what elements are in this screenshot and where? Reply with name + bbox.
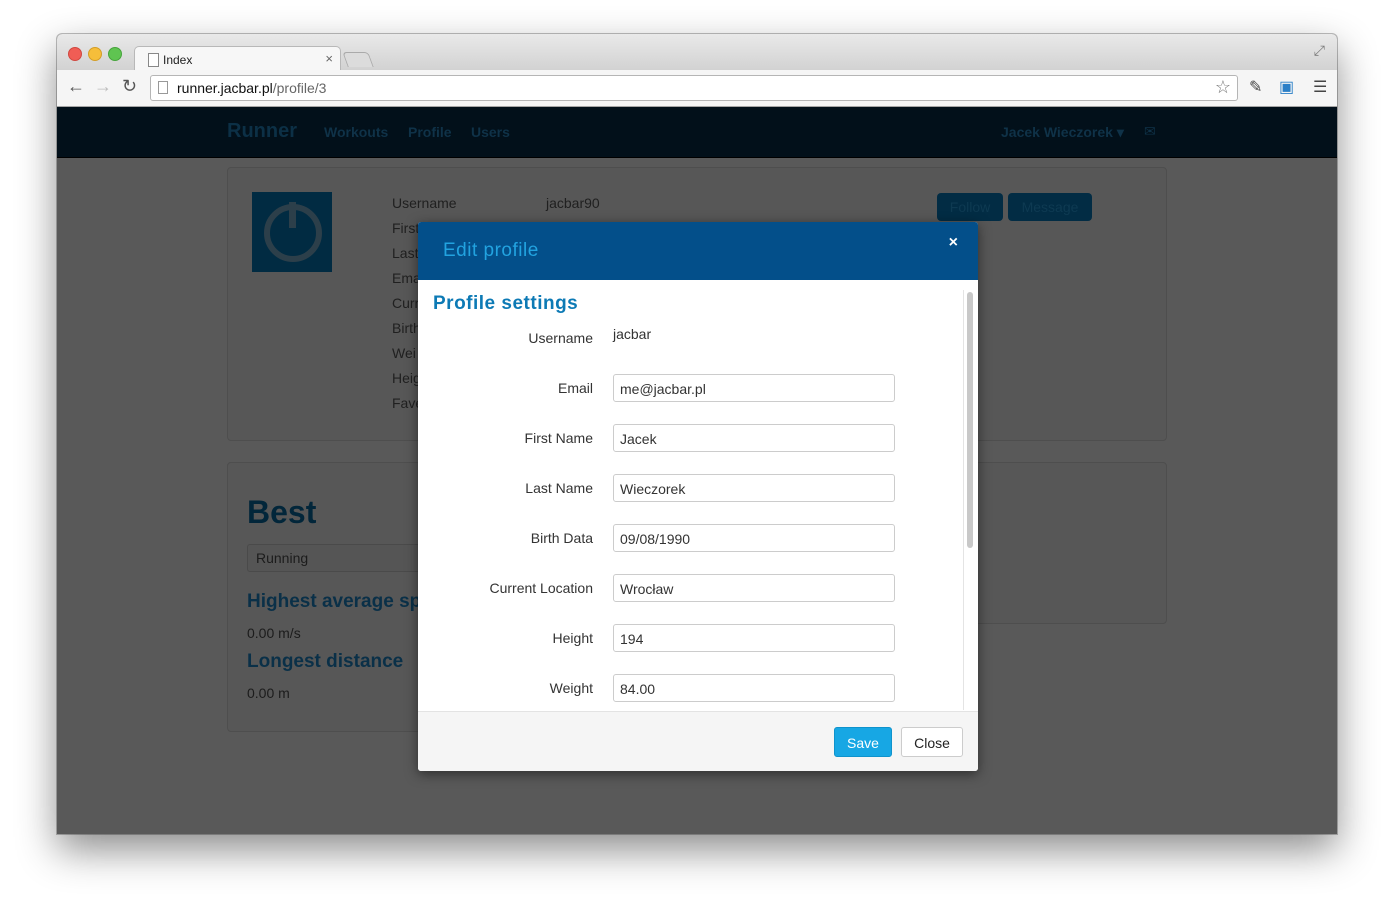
app-navbar: Runner Workouts Profile Users Jacek Wiec…: [57, 107, 1337, 158]
nav-profile[interactable]: Profile: [408, 124, 452, 140]
nav-workouts[interactable]: Workouts: [324, 124, 388, 140]
label-username: Username: [392, 195, 457, 211]
url-text: runner.jacbar.pl/profile/3: [177, 80, 326, 96]
email-field[interactable]: me@jacbar.pl: [613, 374, 895, 402]
modal-footer: Save Close: [418, 711, 978, 771]
username-label: Username: [528, 330, 593, 346]
user-menu[interactable]: Jacek Wieczorek ▾: [1001, 124, 1124, 141]
save-button[interactable]: Save: [834, 727, 892, 757]
url-path: /profile/3: [272, 80, 327, 96]
follow-button[interactable]: Follow: [937, 193, 1003, 221]
highest-speed-value: 0.00 m/s: [247, 625, 301, 641]
browser-tab[interactable]: Index ×: [134, 46, 341, 72]
label-birth: Birth: [392, 320, 421, 336]
close-icon[interactable]: ×: [949, 234, 958, 252]
wrench-icon[interactable]: ✎: [1249, 77, 1262, 97]
zoom-window-button[interactable]: [108, 47, 122, 61]
minimize-window-button[interactable]: [88, 47, 102, 61]
label-email: Ema: [392, 270, 421, 286]
current-location-label: Current Location: [489, 580, 593, 596]
page-icon: [158, 81, 168, 94]
first-name-label: First Name: [524, 430, 593, 446]
longest-distance-value: 0.00 m: [247, 685, 290, 701]
last-name-label: Last Name: [525, 480, 593, 496]
label-first: First: [392, 220, 420, 236]
first-name-field[interactable]: Jacek: [613, 424, 895, 452]
email-label: Email: [557, 380, 593, 396]
label-last: Last: [392, 245, 419, 261]
avatar: [252, 192, 332, 272]
page-icon: [148, 53, 159, 67]
modal-body: Profile settings Username jacbar Email m…: [418, 280, 978, 712]
current-location-field[interactable]: Wrocław: [613, 574, 895, 602]
new-tab-button[interactable]: [342, 52, 374, 67]
weight-field[interactable]: 84.00: [613, 674, 895, 702]
brand-logo[interactable]: Runner: [227, 120, 297, 143]
bookmark-star-icon[interactable]: ☆: [1215, 77, 1231, 98]
activity-select[interactable]: Running: [247, 544, 437, 572]
tab-title: Index: [163, 53, 193, 67]
address-bar[interactable]: runner.jacbar.pl/profile/3 ☆: [150, 75, 1238, 101]
username-value: jacbar: [613, 326, 652, 342]
forward-icon[interactable]: →: [94, 76, 112, 97]
back-icon[interactable]: ←: [67, 76, 85, 97]
label-height: Heig: [392, 370, 421, 386]
height-field[interactable]: 194: [613, 624, 895, 652]
fullscreen-icon[interactable]: ⤢: [1314, 42, 1325, 59]
url-host: runner.jacbar.pl: [177, 80, 273, 96]
weight-label: Weight: [549, 680, 593, 696]
label-current: Curr: [392, 295, 420, 311]
envelope-icon[interactable]: ✉: [1144, 123, 1156, 140]
birth-data-field[interactable]: 09/08/1990: [613, 524, 895, 552]
tab-close-icon[interactable]: ×: [325, 51, 333, 66]
reload-icon[interactable]: ↻: [122, 76, 137, 97]
tab-strip: Index × ⤢: [57, 34, 1337, 72]
browser-toolbar: ← → ↻ runner.jacbar.pl/profile/3 ☆ ✎ ▣ ☰: [57, 70, 1337, 107]
label-weight: Wei: [392, 345, 416, 361]
modal-scrollbar[interactable]: [963, 290, 974, 710]
menu-icon[interactable]: ☰: [1313, 77, 1327, 97]
extension-icon[interactable]: ▣: [1279, 77, 1294, 97]
message-button[interactable]: Message: [1008, 193, 1092, 221]
close-button[interactable]: Close: [901, 727, 963, 757]
modal-title: Edit profile: [443, 240, 539, 261]
scrollbar-thumb[interactable]: [967, 292, 973, 548]
longest-distance-title: Longest distance: [247, 651, 404, 672]
last-name-field[interactable]: Wieczorek: [613, 474, 895, 502]
section-title: Profile settings: [433, 293, 579, 314]
modal-header: Edit profile ×: [418, 222, 978, 280]
username-value: jacbar90: [546, 195, 600, 211]
nav-users[interactable]: Users: [471, 124, 510, 140]
close-window-button[interactable]: [68, 47, 82, 61]
height-label: Height: [552, 630, 593, 646]
best-title: Best: [247, 494, 317, 530]
birth-data-label: Birth Data: [530, 530, 593, 546]
highest-speed-title: Highest average sp: [247, 591, 422, 612]
edit-profile-modal: Edit profile × Profile settings Username…: [418, 222, 978, 771]
power-icon-stem: [289, 202, 296, 228]
